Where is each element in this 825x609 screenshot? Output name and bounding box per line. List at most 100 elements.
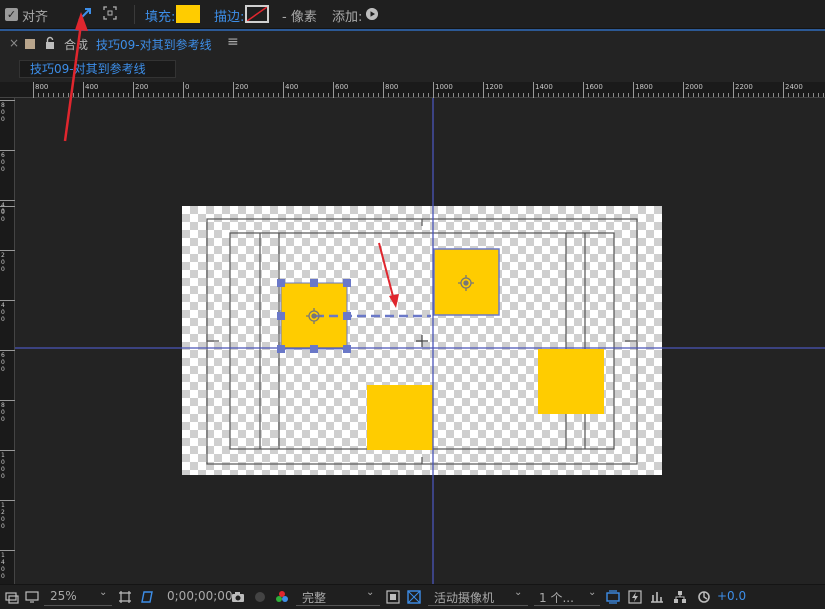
- camera-dropdown[interactable]: 活动摄像机 ⌄: [428, 587, 528, 606]
- stroke-color-swatch[interactable]: [245, 5, 269, 23]
- ruler-minor-tick: [623, 93, 624, 97]
- zoom-dropdown[interactable]: 25% ⌄: [44, 587, 112, 606]
- ruler-minor-tick: [373, 93, 374, 97]
- panel-menu-icon[interactable]: ≡: [227, 34, 239, 50]
- ruler-minor-tick: [703, 93, 704, 97]
- show-snapshot-icon[interactable]: [253, 590, 267, 604]
- ruler-minor-tick: [298, 93, 299, 97]
- flowchart-icon[interactable]: [673, 590, 687, 604]
- ruler-tick: [133, 82, 134, 98]
- close-panel-icon[interactable]: ×: [9, 36, 19, 50]
- reset-exposure-icon[interactable]: [697, 590, 711, 604]
- ruler-minor-tick: [78, 93, 79, 97]
- align-checkbox[interactable]: ✓: [5, 8, 18, 21]
- ruler-minor-tick: [108, 93, 109, 97]
- ruler-minor-tick: [693, 93, 694, 97]
- ruler-label: 1000: [435, 83, 453, 91]
- toggle-pixel-aspect-icon[interactable]: [606, 590, 620, 604]
- ruler-tick: [233, 82, 234, 98]
- ruler-tick: [0, 206, 15, 207]
- left-ruler: 8 0 06 0 04 0 002 0 04 0 06 0 08 0 01 0 …: [0, 98, 15, 584]
- composition-viewer[interactable]: [15, 98, 825, 584]
- composition-color-icon: [25, 39, 35, 49]
- ruler-minor-tick: [388, 93, 389, 97]
- ruler-minor-tick: [243, 93, 244, 97]
- ruler-minor-tick: [58, 93, 59, 97]
- ruler-minor-tick: [53, 93, 54, 97]
- ruler-minor-tick: [393, 93, 394, 97]
- ruler-minor-tick: [558, 93, 559, 97]
- top-ruler: 800 400 200 0 200 400 600 800 1000 1200 1400 1600 18…: [0, 82, 825, 98]
- ruler-minor-tick: [43, 93, 44, 97]
- selection-handle: [310, 345, 318, 353]
- camera-value: 活动摄像机: [434, 591, 495, 605]
- fast-preview-icon[interactable]: [628, 590, 642, 604]
- tab-composition[interactable]: 技巧09-对其到参考线: [19, 60, 176, 78]
- ruler-minor-tick: [103, 93, 104, 97]
- ruler-minor-tick: [618, 93, 619, 97]
- ruler-minor-tick: [553, 93, 554, 97]
- ruler-minor-tick: [743, 93, 744, 97]
- ruler-minor-tick: [763, 93, 764, 97]
- ruler-minor-tick: [678, 93, 679, 97]
- ruler-minor-tick: [568, 93, 569, 97]
- ruler-tick: [83, 82, 84, 98]
- ruler-minor-tick: [358, 93, 359, 97]
- ruler-tick: [733, 82, 734, 98]
- ruler-tick: [483, 82, 484, 98]
- mask-visibility-icon[interactable]: [140, 590, 154, 604]
- snap-bounds-icon[interactable]: [103, 6, 117, 20]
- ruler-label: 0: [1, 208, 5, 215]
- ruler-minor-tick: [368, 93, 369, 97]
- ruler-minor-tick: [738, 93, 739, 97]
- ruler-minor-tick: [518, 93, 519, 97]
- ruler-label: 200: [135, 83, 149, 91]
- ruler-label: 2400: [785, 83, 803, 91]
- view-layout-dropdown[interactable]: 1 个... ⌄: [534, 587, 600, 606]
- add-play-icon[interactable]: [366, 8, 378, 20]
- resolution-grid-icon[interactable]: [118, 590, 132, 604]
- fill-color-swatch[interactable]: [176, 5, 200, 23]
- composition-name[interactable]: 技巧09-对其到参考线: [96, 36, 212, 53]
- composition-tab-row: 技巧09-对其到参考线: [0, 56, 825, 82]
- camera-snapshot-icon[interactable]: [231, 590, 245, 604]
- timecode[interactable]: 0;00;00;00: [167, 589, 233, 603]
- ruler-minor-tick: [748, 93, 749, 97]
- shape-layer-right: [538, 349, 604, 414]
- ruler-minor-tick: [513, 93, 514, 97]
- add-label[interactable]: 添加:: [332, 6, 362, 25]
- transparency-grid-icon[interactable]: [407, 590, 421, 604]
- channel-colors-icon[interactable]: [275, 590, 289, 604]
- annotation-arrow-canvas-head: [389, 294, 399, 308]
- snap-icon[interactable]: [76, 5, 94, 23]
- selection-handle: [343, 279, 351, 287]
- lock-icon[interactable]: [44, 36, 56, 50]
- region-of-interest-icon[interactable]: [386, 590, 400, 604]
- fill-label[interactable]: 填充:: [145, 6, 175, 25]
- ruler-minor-tick: [688, 93, 689, 97]
- ruler-tick: [533, 82, 534, 98]
- ruler-minor-tick: [603, 93, 604, 97]
- ruler-minor-tick: [303, 93, 304, 97]
- ruler-minor-tick: [318, 93, 319, 97]
- always-preview-icon[interactable]: [5, 590, 19, 604]
- ruler-minor-tick: [128, 93, 129, 97]
- ruler-minor-tick: [448, 93, 449, 97]
- chevron-down-icon: ⌄: [514, 587, 523, 598]
- resolution-dropdown[interactable]: 完整 ⌄: [296, 587, 380, 606]
- exposure-value[interactable]: +0.0: [717, 589, 746, 603]
- ruler-minor-tick: [823, 93, 824, 97]
- monitor-icon[interactable]: [25, 590, 39, 604]
- top-toolbar: ✓ 对齐 填充: 描边: - 像素 添加:: [0, 0, 825, 29]
- ruler-minor-tick: [398, 93, 399, 97]
- timeline-icon[interactable]: [650, 590, 664, 604]
- stroke-label[interactable]: 描边:: [214, 6, 244, 25]
- ruler-minor-tick: [788, 93, 789, 97]
- ruler-minor-tick: [308, 93, 309, 97]
- selection-handle: [310, 279, 318, 287]
- ruler-minor-tick: [538, 93, 539, 97]
- ruler-minor-tick: [213, 93, 214, 97]
- ruler-minor-tick: [228, 93, 229, 97]
- ruler-minor-tick: [573, 93, 574, 97]
- stroke-width-label[interactable]: - 像素: [282, 6, 317, 25]
